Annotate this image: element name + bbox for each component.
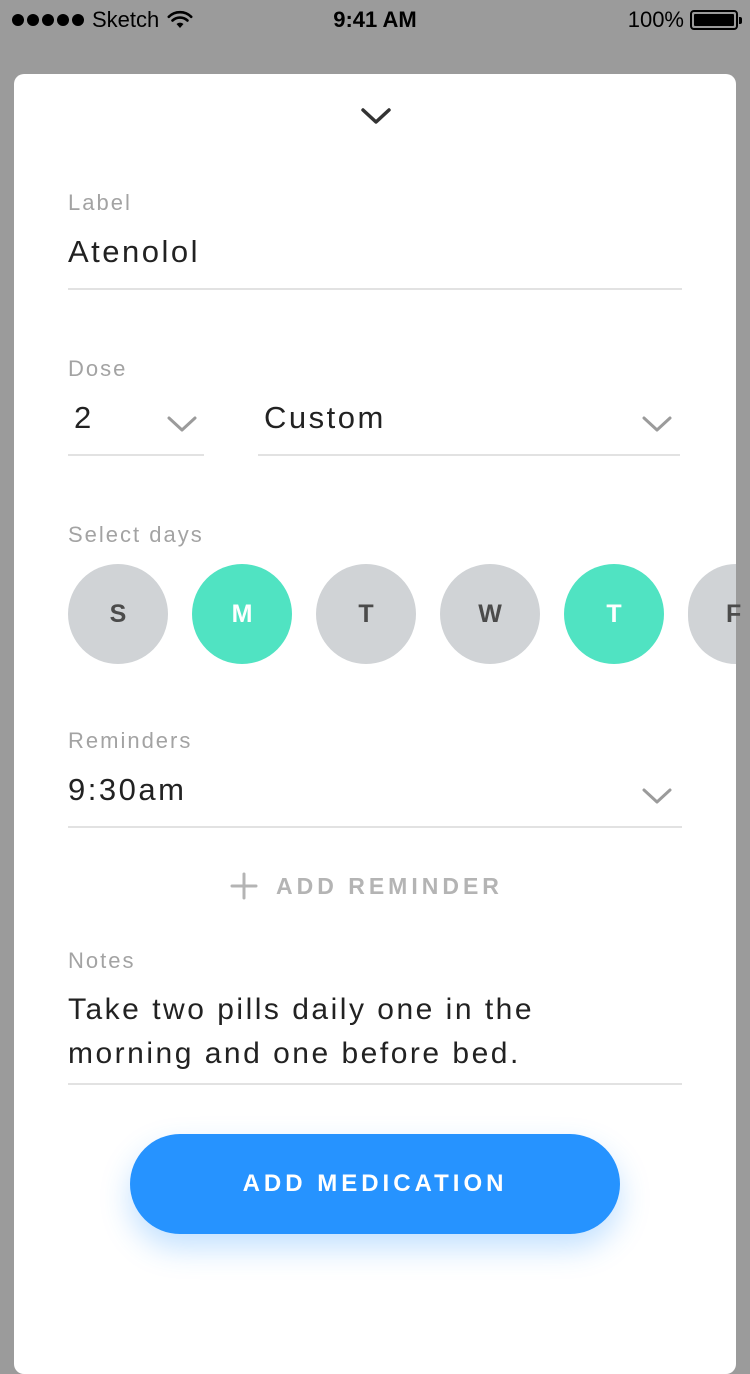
day-toggle-sunday[interactable]: S (68, 564, 168, 664)
dose-field-title: Dose (68, 356, 128, 381)
chevron-down-icon[interactable] (359, 104, 393, 128)
notes-input[interactable]: Take two pills daily one in the morning … (68, 988, 668, 1076)
dose-unit-underline (258, 454, 680, 456)
dose-unit-value: Custom (264, 400, 386, 435)
status-right: 100% (627, 7, 742, 33)
notes-field-title: Notes (68, 948, 136, 973)
chevron-down-icon (642, 788, 672, 804)
add-reminder-button[interactable]: ADD REMINDER (230, 872, 503, 900)
label-input[interactable]: Atenolol (68, 234, 200, 270)
dose-amount-underline (68, 454, 204, 456)
notes-underline (68, 1083, 682, 1085)
label-underline (68, 288, 682, 290)
days-field-title: Select days (68, 522, 204, 547)
chevron-down-icon (167, 416, 197, 432)
add-medication-button[interactable]: ADD MEDICATION (130, 1134, 620, 1234)
dose-amount-value: 2 (74, 400, 94, 435)
day-toggle-wednesday[interactable]: W (440, 564, 540, 664)
battery-icon (690, 10, 742, 30)
status-bar: Sketch 9:41 AM 100% (0, 0, 750, 40)
plus-icon (230, 872, 258, 900)
chevron-down-icon (642, 416, 672, 432)
day-toggle-thursday[interactable]: T (564, 564, 664, 664)
day-toggle-monday[interactable]: M (192, 564, 292, 664)
add-medication-sheet: Label Atenolol Dose 2 Custom Select days… (14, 74, 741, 1374)
reminder-underline (68, 826, 682, 828)
day-toggle-friday[interactable]: F (688, 564, 741, 664)
day-toggle-tuesday[interactable]: T (316, 564, 416, 664)
battery-percent: 100% (627, 7, 684, 32)
reminder-time-value: 9:30am (68, 772, 187, 807)
label-field-title: Label (68, 190, 132, 215)
add-reminder-label: ADD REMINDER (276, 872, 503, 899)
reminders-field-title: Reminders (68, 728, 193, 753)
